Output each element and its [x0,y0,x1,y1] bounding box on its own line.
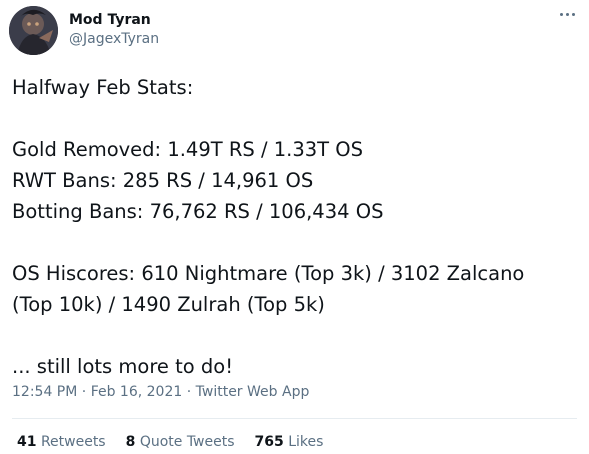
tweet-line: RWT Bans: 285 RS / 14,961 OS [12,169,314,192]
likes-count: 765 [254,434,284,450]
tweet-line: Gold Removed: 1.49T RS / 1.33T OS [12,138,363,161]
tweet-time[interactable]: 12:54 PM [12,384,77,400]
retweets-label: Retweets [40,434,106,450]
author-handle[interactable]: @JagexTyran [69,30,159,48]
tweet-line: ... still lots more to do! [12,355,234,378]
tweet-source-app[interactable]: Twitter Web App [196,384,310,400]
avatar-image [9,6,58,55]
tweet-meta: 12:54 PM · Feb 16, 2021 · Twitter Web Ap… [12,384,309,400]
retweets-stat[interactable]: 41 Retweets [17,434,106,450]
retweets-count: 41 [17,434,37,450]
tweet-date[interactable]: Feb 16, 2021 [91,384,183,400]
divider [12,418,577,419]
meta-separator: · [77,384,91,400]
tweet-line: Botting Bans: 76,762 RS / 106,434 OS [12,200,384,223]
tweet-line: OS Hiscores: 610 Nightmare (Top 3k) / 31… [12,262,525,285]
quote-tweets-label: Quote Tweets [139,434,235,450]
quote-tweets-count: 8 [125,434,136,450]
more-options-button[interactable] [555,5,579,23]
tweet-line: (Top 10k) / 1490 Zulrah (Top 5k) [12,293,325,316]
tweet-text: Halfway Feb Stats: Gold Removed: 1.49T R… [12,72,572,382]
avatar[interactable] [9,6,58,55]
likes-stat[interactable]: 765 Likes [255,434,324,450]
tweet-line: Halfway Feb Stats: [12,76,194,99]
more-horizontal-icon-dot [571,12,575,16]
likes-label: Likes [288,434,324,450]
more-horizontal-icon [559,12,563,16]
author-display-name[interactable]: Mod Tyran [69,11,159,29]
more-horizontal-icon-dot [565,12,569,16]
author-block: Mod Tyran @JagexTyran [69,11,159,48]
meta-separator: · [182,384,196,400]
engagement-stats: 41 Retweets 8 Quote Tweets 765 Likes [17,434,323,450]
tweet: Mod Tyran @JagexTyran Halfway Feb Stats:… [0,0,589,454]
quote-tweets-stat[interactable]: 8 Quote Tweets [126,434,235,450]
